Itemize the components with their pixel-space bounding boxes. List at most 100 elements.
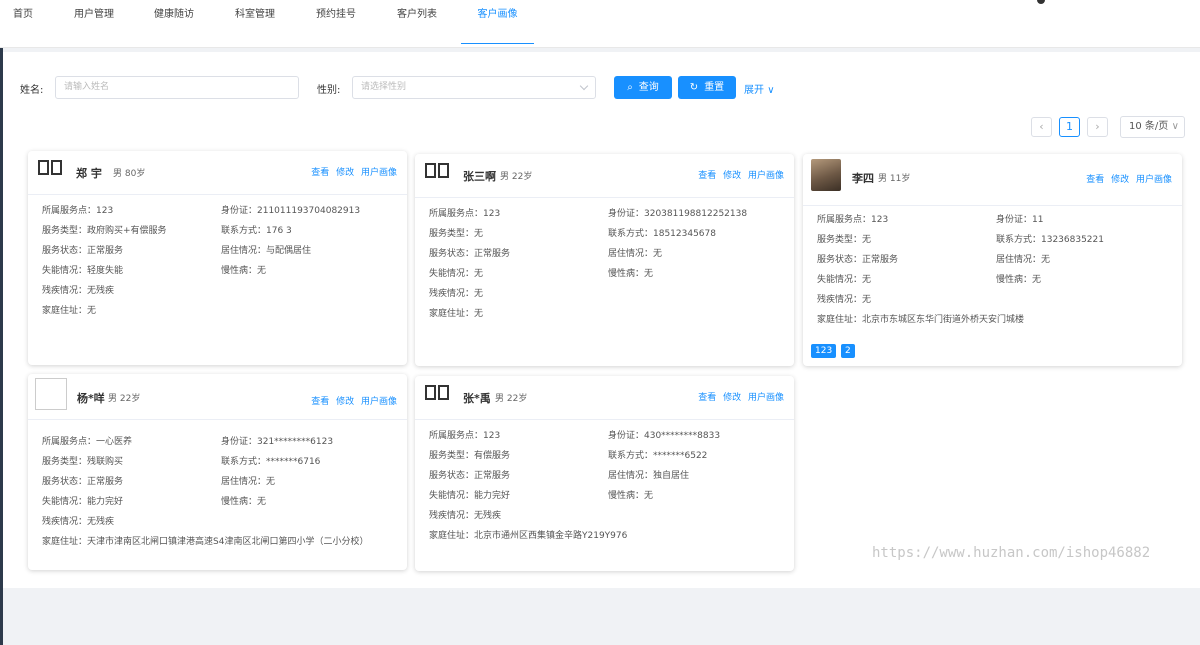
service-point: 所属服务点：123 [817,215,889,225]
portrait-link[interactable]: 用户画像 [748,171,784,181]
customer-meta: 男 22岁 [495,394,528,404]
next-page-button[interactable]: › [1087,117,1108,137]
chronic-disease: 慢性病：无 [221,497,267,507]
customer-card: 张*禹 男 22岁 查看 修改 用户画像 所属服务点：123 身份证：430**… [415,376,794,571]
avatar [811,159,841,191]
query-button-label: 查询 [638,82,659,93]
name-label: 姓名: [20,85,44,96]
tag-badge: 123 [811,344,837,358]
service-point: 所属服务点：123 [429,431,501,441]
nav-item-customer-list[interactable]: 客户列表 [396,0,438,46]
top-navbar: 首页 用户管理 健康随访 科室管理 预约挂号 客户列表 客户画像 [0,0,1200,48]
disability: 失能情况：轻度失能 [42,266,124,276]
customer-name: 李四 [852,172,874,185]
reset-button-label: 重置 [704,82,725,93]
edit-link[interactable]: 修改 [1111,175,1129,185]
query-button[interactable]: ⌕ 查询 [614,76,672,99]
view-link[interactable]: 查看 [311,397,329,407]
card-actions: 查看 修改 用户画像 [694,390,784,403]
gender-select[interactable]: 请选择性别 [352,76,596,99]
expand-label: 展开 [744,85,764,96]
service-status: 服务状态：正常服务 [42,477,124,487]
card-header: 李四 男 11岁 查看 修改 用户画像 [803,154,1182,206]
view-link[interactable]: 查看 [698,171,716,181]
prev-page-button[interactable]: ‹ [1031,117,1052,137]
tag-badge: 2 [841,344,855,358]
service-status: 服务状态：正常服务 [817,255,899,265]
home-address: 家庭住址：无 [42,306,97,316]
nav-item-user-management[interactable]: 用户管理 [73,0,115,46]
handicap: 残疾情况：无残疾 [429,511,502,521]
contact: 联系方式：*******6522 [608,451,708,461]
customer-card: 张三啊 男 22岁 查看 修改 用户画像 所属服务点：123 身份证：32038… [415,154,794,366]
nav-item-customer-portrait[interactable]: 客户画像 [461,0,534,44]
expand-toggle[interactable]: 展开 ∨ [744,81,775,96]
service-status: 服务状态：正常服务 [42,246,124,256]
gender-label: 性别: [317,85,341,96]
portrait-link[interactable]: 用户画像 [1136,175,1172,185]
nav-item-health-followup[interactable]: 健康随访 [153,0,195,46]
contact: 联系方式：13236835221 [996,235,1104,245]
chronic-disease: 慢性病：无 [996,275,1042,285]
edit-link[interactable]: 修改 [336,168,354,178]
id-card: 身份证：211011193704082913 [221,206,361,216]
handicap: 残疾情况：无 [817,295,872,305]
customer-card: 郑 宇 男 80岁 查看 修改 用户画像 所属服务点：123 身份证：21101… [28,151,407,365]
page-1-button[interactable]: 1 [1059,117,1080,137]
search-icon: ⌕ [627,82,633,93]
nav-item-department-management[interactable]: 科室管理 [234,0,276,46]
card-actions: 查看 修改 用户画像 [307,394,397,407]
card-header: 杨*咩 男 22岁 查看 修改 用户画像 [28,374,407,420]
nav-item-home[interactable]: 首页 [12,0,34,46]
gender-select-placeholder: 请选择性别 [361,82,407,92]
service-status: 服务状态：正常服务 [429,471,511,481]
customer-meta: 男 80岁 [113,169,146,179]
user-avatar-icon[interactable] [1037,0,1045,4]
view-link[interactable]: 查看 [698,393,716,403]
disability: 失能情况：能力完好 [42,497,124,507]
portrait-link[interactable]: 用户画像 [748,393,784,403]
portrait-link[interactable]: 用户画像 [361,397,397,407]
customer-name: 张*禹 [463,392,491,405]
refresh-icon: ↻ [689,82,699,93]
disability: 失能情况：能力完好 [429,491,511,501]
page-size-select[interactable]: 10 条/页 ∨ [1120,116,1185,138]
customer-name: 郑 宇 [76,167,102,180]
id-card: 身份证：11 [996,215,1044,225]
service-type: 服务类型：无 [429,229,484,239]
customer-name: 杨*咩 [77,392,105,405]
customer-meta: 男 22岁 [108,394,141,404]
avatar-placeholder-icon [425,385,451,401]
avatar-placeholder-icon [38,160,64,176]
living-status: 居住情况：无 [996,255,1051,265]
edit-link[interactable]: 修改 [723,393,741,403]
service-type: 服务类型：无 [817,235,872,245]
home-address: 家庭住址：北京市通州区西集镇金辛路Y219Y976 [429,531,628,541]
id-card: 身份证：430********8833 [608,431,721,441]
card-actions: 查看 修改 用户画像 [1082,172,1172,185]
home-address: 家庭住址：北京市东城区东华门街道外桥天安门城楼 [817,315,1025,325]
customer-name: 张三啊 [463,170,496,183]
customer-card: 杨*咩 男 22岁 查看 修改 用户画像 所属服务点：一心医养 身份证：321*… [28,374,407,570]
edit-link[interactable]: 修改 [336,397,354,407]
customer-card: 李四 男 11岁 查看 修改 用户画像 所属服务点：123 身份证：11 服务类… [803,154,1182,366]
view-link[interactable]: 查看 [311,168,329,178]
nav-item-appointment[interactable]: 预约挂号 [315,0,357,46]
living-status: 居住情况：无 [608,249,663,259]
customer-meta: 男 11岁 [878,174,911,184]
service-type: 服务类型：政府购买+有偿服务 [42,226,167,236]
edit-link[interactable]: 修改 [723,171,741,181]
living-status: 居住情况：无 [221,477,276,487]
page-footer-area [3,588,1200,645]
portrait-link[interactable]: 用户画像 [361,168,397,178]
service-point: 所属服务点：123 [42,206,114,216]
chronic-disease: 慢性病：无 [608,269,654,279]
chevron-down-icon: ∨ [1171,121,1179,132]
living-status: 居住情况：与配偶居住 [221,246,312,256]
view-link[interactable]: 查看 [1086,175,1104,185]
reset-button[interactable]: ↻ 重置 [678,76,736,99]
living-status: 居住情况：独自居住 [608,471,690,481]
name-input[interactable]: 请输入姓名 [55,76,299,99]
broken-image-icon [35,378,67,410]
service-point: 所属服务点：一心医养 [42,437,133,447]
